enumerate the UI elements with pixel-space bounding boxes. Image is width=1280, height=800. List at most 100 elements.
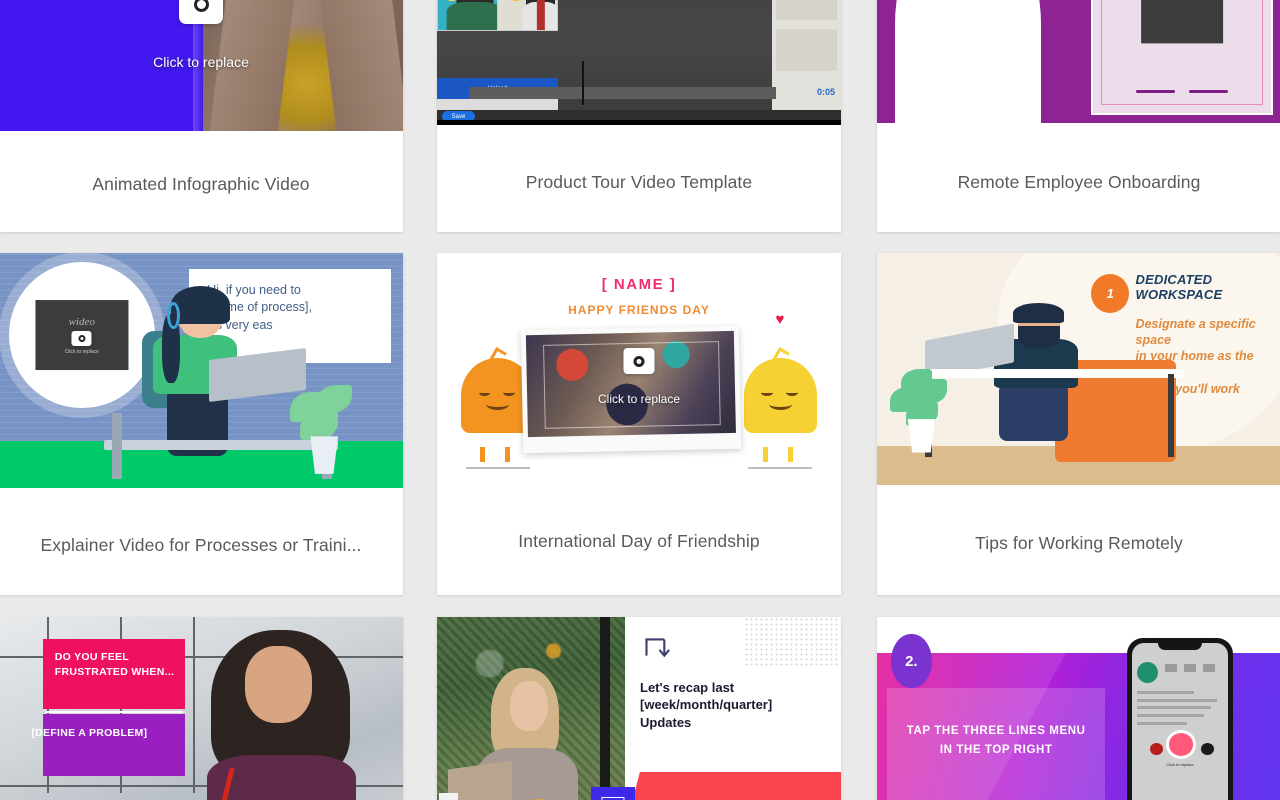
template-title: International Day of Friendship	[437, 531, 841, 552]
character-shirt	[446, 2, 497, 30]
profile-stat	[1184, 664, 1196, 672]
laptop-icon	[448, 761, 512, 800]
logo-circle: wideo Click to replace	[9, 262, 154, 408]
divider	[45, 711, 182, 713]
timecode-label: 0:05	[817, 87, 835, 97]
template-title: Remote Employee Onboarding	[877, 172, 1280, 193]
template-thumbnail[interactable]: wideo Click to replace Hi, if you need t…	[0, 253, 403, 488]
frame-dash	[1136, 90, 1175, 93]
template-card-remote-onboarding[interactable]: wideo Click to replace Remote Employee O…	[877, 0, 1280, 232]
character-eye	[786, 389, 798, 396]
character-eye	[503, 389, 515, 396]
video-placeholder[interactable]: wideo Click to replace	[35, 300, 128, 370]
illustration-person	[201, 630, 363, 800]
person-body	[895, 0, 1041, 123]
recap-heading: Let's recap last [week/month/quarter] Up…	[640, 679, 832, 732]
camera-icon[interactable]	[179, 0, 223, 24]
thumb-bottom-rule	[437, 120, 841, 125]
click-to-replace-label[interactable]: Click to replace	[598, 392, 680, 406]
character-leg	[788, 447, 793, 462]
character-leg	[480, 447, 485, 462]
template-thumbnail[interactable]: wideo Click to replace	[877, 0, 1280, 123]
template-card-friendship-day[interactable]: [ NAME ] HAPPY FRIENDS DAY	[437, 253, 841, 595]
headline-line: TAP THE THREE LINES MENU	[887, 725, 1105, 737]
text-line	[1137, 722, 1186, 725]
story-circle	[1150, 743, 1163, 755]
template-title: Product Tour Video Template	[437, 172, 841, 193]
thumb-background: Upload music and texts. 0:05 Save	[437, 0, 841, 125]
template-card-animated-infographic[interactable]: 10,091,141 Recovered Click to replace An…	[0, 0, 403, 232]
template-card-frustrated-problem[interactable]: DO YOU FEEL FRUSTRATED WHEN... [DEFINE A…	[0, 617, 403, 800]
record-button	[1169, 733, 1194, 756]
camera-icon[interactable]	[624, 348, 655, 374]
thumb-background: wideo Click to replace	[877, 0, 1280, 123]
body-line: Designate a specific space	[1136, 316, 1277, 349]
profile-avatar	[1137, 662, 1158, 683]
phone-notch	[1158, 638, 1202, 650]
person-beard	[1018, 326, 1060, 349]
template-thumbnail[interactable]: 1 DEDICATED WORKSPACE Designate a specif…	[877, 253, 1280, 485]
template-card-tap-menu-step[interactable]: 2. TAP THE THREE LINES MENU IN THE TOP R…	[877, 617, 1280, 800]
character-leg	[763, 447, 768, 462]
text-line	[1137, 699, 1217, 702]
heading-line: Let's recap last	[640, 679, 832, 697]
heading-line: WORKSPACE	[1136, 287, 1223, 303]
template-thumbnail[interactable]: [ NAME ] HAPPY FRIENDS DAY	[437, 253, 841, 481]
plant	[889, 369, 954, 453]
template-card-explainer-video[interactable]: wideo Click to replace Hi, if you need t…	[0, 253, 403, 595]
plant	[290, 385, 359, 474]
window-mullion	[600, 617, 609, 800]
save-button-label: Save	[452, 114, 466, 120]
plant-pot	[308, 436, 341, 474]
template-card-working-remotely[interactable]: 1 DEDICATED WORKSPACE Designate a specif…	[877, 253, 1280, 595]
headline-panel-pink: DO YOU FEEL FRUSTRATED WHEN...	[43, 639, 184, 710]
story-circle	[1201, 743, 1214, 755]
headline-text: DO YOU FEEL FRUSTRATED WHEN...	[55, 650, 175, 679]
template-thumbnail[interactable]: 10,091,141 Recovered Click to replace	[0, 0, 403, 131]
template-title: Tips for Working Remotely	[877, 533, 1280, 554]
headline-line: DO YOU FEEL	[55, 650, 175, 665]
panel-row	[776, 0, 836, 20]
video-placeholder[interactable]: wideo Click to replace	[1141, 0, 1223, 43]
thumb-photo	[437, 617, 625, 800]
person-legs	[999, 383, 1068, 441]
character-body	[744, 358, 817, 433]
polaroid-frame[interactable]	[521, 326, 742, 454]
person-face	[245, 646, 313, 723]
editor-right-panel: 0:05	[772, 0, 841, 125]
qr-badge	[591, 787, 635, 800]
character-shadow	[466, 467, 530, 470]
photo-placeholder[interactable]	[526, 331, 736, 437]
character-smile	[769, 398, 792, 410]
character-right	[744, 358, 817, 449]
placeholder-label: Click to replace	[65, 349, 99, 355]
template-thumbnail[interactable]: DO YOU FEEL FRUSTRATED WHEN... [DEFINE A…	[0, 617, 403, 800]
character-leg	[505, 447, 510, 462]
camera-lens-icon	[78, 335, 85, 342]
person-face	[510, 681, 548, 732]
template-title: Explainer Video for Processes or Traini.…	[0, 535, 403, 556]
bulb-icon	[506, 0, 526, 1]
plant-leaf	[316, 385, 352, 414]
phone-mockup: Click to replace	[1127, 638, 1232, 800]
timeline-playhead[interactable]	[582, 61, 584, 105]
camera-icon[interactable]	[72, 331, 92, 346]
click-to-replace-label[interactable]: Click to replace	[153, 54, 249, 70]
template-thumbnail[interactable]: Upload music and texts. 0:05 Save	[437, 0, 841, 125]
editor-timeline[interactable]	[469, 87, 776, 99]
heading-line: Updates	[640, 714, 832, 732]
desk-leg	[112, 413, 122, 479]
template-thumbnail[interactable]: Let's recap last [week/month/quarter] Up…	[437, 617, 841, 800]
template-card-recap-updates[interactable]: Let's recap last [week/month/quarter] Up…	[437, 617, 841, 800]
plant-leaf	[300, 411, 338, 440]
character-eye	[761, 389, 773, 396]
headline-panel: TAP THE THREE LINES MENU IN THE TOP RIGH…	[887, 688, 1105, 800]
text-line	[1137, 714, 1204, 717]
panel-row	[776, 29, 836, 71]
template-card-product-tour[interactable]: Upload music and texts. 0:05 Save	[437, 0, 841, 232]
headline-line: IN THE TOP RIGHT	[887, 744, 1105, 756]
tip-heading: DEDICATED WORKSPACE	[1136, 272, 1223, 303]
template-thumbnail[interactable]: 2. TAP THE THREE LINES MENU IN THE TOP R…	[877, 617, 1280, 800]
headline-line: FRUSTRATED WHEN...	[55, 665, 175, 680]
template-title: Animated Infographic Video	[0, 174, 403, 195]
